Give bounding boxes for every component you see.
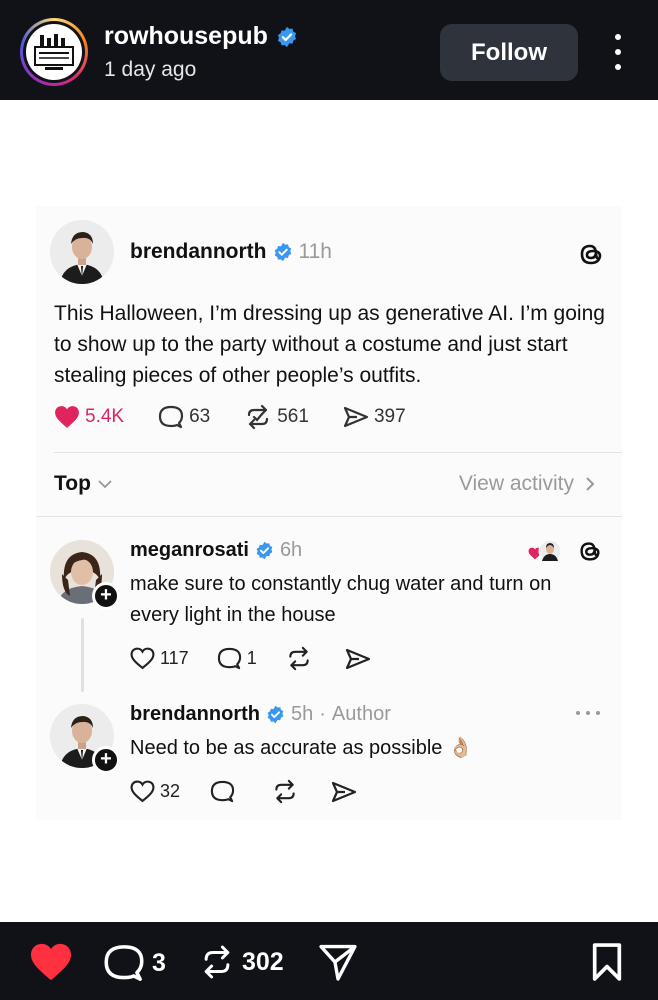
verified-badge-icon (277, 26, 296, 47)
author-tag: Author (331, 703, 391, 725)
post-timestamp: 1 day ago (104, 58, 197, 81)
rowhouse-logo-icon (26, 24, 82, 80)
reply-count: 63 (189, 406, 211, 427)
save-button[interactable] (590, 942, 624, 982)
profile-avatar[interactable] (20, 18, 88, 86)
post-stats: 5.4K 63 561 397 (54, 404, 440, 430)
share-stat[interactable]: 397 (343, 405, 406, 429)
send-icon (345, 648, 370, 669)
thread-connector (81, 618, 84, 692)
repost-icon (289, 646, 309, 671)
repost-button[interactable] (271, 779, 299, 804)
follow-button[interactable]: Follow (440, 24, 578, 81)
post-time: 11h (298, 240, 332, 263)
verified-badge-icon (256, 541, 273, 560)
share-button[interactable] (318, 942, 358, 982)
author-mini-avatar (538, 539, 562, 563)
header-username[interactable]: rowhousepub (104, 22, 268, 51)
verified-badge-icon (267, 705, 284, 724)
repost-button[interactable]: 302 (198, 942, 284, 982)
threads-post-card: brendannorth 11h This Halloween, I’m dre… (36, 206, 622, 820)
reply-time: 5h (291, 703, 314, 725)
reply-button[interactable]: 1 (217, 646, 257, 671)
divider (36, 516, 622, 517)
reply-author-name[interactable]: meganrosati (130, 539, 249, 562)
share-button[interactable] (331, 780, 357, 804)
like-count: 117 (160, 648, 189, 668)
verified-badge-icon (274, 242, 291, 262)
reply-stat[interactable]: 63 (158, 404, 210, 430)
instagram-action-bar: 3 302 (0, 922, 658, 1000)
reply-icon (158, 405, 184, 429)
heart-filled-icon (31, 943, 71, 981)
sort-label: Top (54, 472, 91, 495)
like-button[interactable]: 117 (130, 647, 189, 670)
repost-icon (204, 945, 230, 979)
follow-plus-icon[interactable]: + (92, 746, 120, 774)
threads-logo-icon (580, 244, 602, 265)
author-avatar[interactable] (50, 220, 114, 284)
comment-button[interactable]: 3 (102, 942, 166, 984)
repost-button[interactable] (285, 646, 313, 671)
like-stat[interactable]: 5.4K (54, 405, 124, 429)
more-options-icon[interactable] (606, 34, 630, 70)
share-count: 397 (373, 406, 406, 427)
chevron-right-icon (586, 477, 595, 491)
reply-button[interactable] (210, 779, 235, 804)
post-body: This Halloween, I’m dressing up as gener… (54, 302, 605, 387)
repost-icon (248, 404, 269, 430)
heart-filled-icon (55, 406, 79, 428)
heart-outline-icon (130, 780, 155, 803)
reply-body: make sure to constantly chug water and t… (130, 573, 552, 626)
reply-body: Need to be as accurate as possible (130, 737, 443, 759)
instagram-header: rowhousepub 1 day ago Follow (0, 0, 658, 100)
share-button[interactable] (345, 647, 371, 671)
threads-logo-icon (580, 542, 600, 561)
like-count: 32 (160, 781, 181, 801)
liked-by-author-indicator (528, 539, 562, 563)
comment-icon (104, 945, 144, 981)
ok-hand-emoji: 👌🏼 (447, 737, 473, 759)
send-icon (319, 944, 357, 981)
sort-dropdown[interactable]: Top (54, 472, 113, 496)
send-icon (343, 406, 369, 428)
more-options-icon[interactable] (576, 711, 600, 717)
chevron-down-icon (98, 480, 112, 489)
like-button[interactable] (28, 942, 74, 982)
like-count: 5.4K (85, 406, 125, 427)
follow-plus-icon[interactable]: + (92, 582, 120, 610)
post-author-name[interactable]: brendannorth (130, 240, 267, 264)
view-activity-link[interactable]: View activity (459, 472, 596, 496)
repost-icon (275, 779, 295, 804)
reply-author-name[interactable]: brendannorth (130, 703, 260, 726)
comment-count: 3 (152, 948, 166, 977)
divider (54, 452, 622, 453)
view-activity-label: View activity (458, 472, 574, 495)
repost-count: 302 (242, 947, 284, 976)
send-icon (331, 781, 357, 802)
bookmark-icon (592, 943, 622, 981)
reply-icon (217, 647, 241, 670)
repost-count: 561 (277, 406, 309, 427)
reply-time: 6h (279, 539, 303, 561)
heart-outline-icon (130, 647, 155, 670)
repost-stat[interactable]: 561 (244, 404, 309, 430)
like-button[interactable]: 32 (130, 780, 180, 803)
reply-actions: 32 (130, 779, 357, 804)
reply-actions: 117 1 (130, 646, 371, 671)
reply-icon (210, 780, 235, 803)
reply-count: 1 (246, 648, 257, 668)
